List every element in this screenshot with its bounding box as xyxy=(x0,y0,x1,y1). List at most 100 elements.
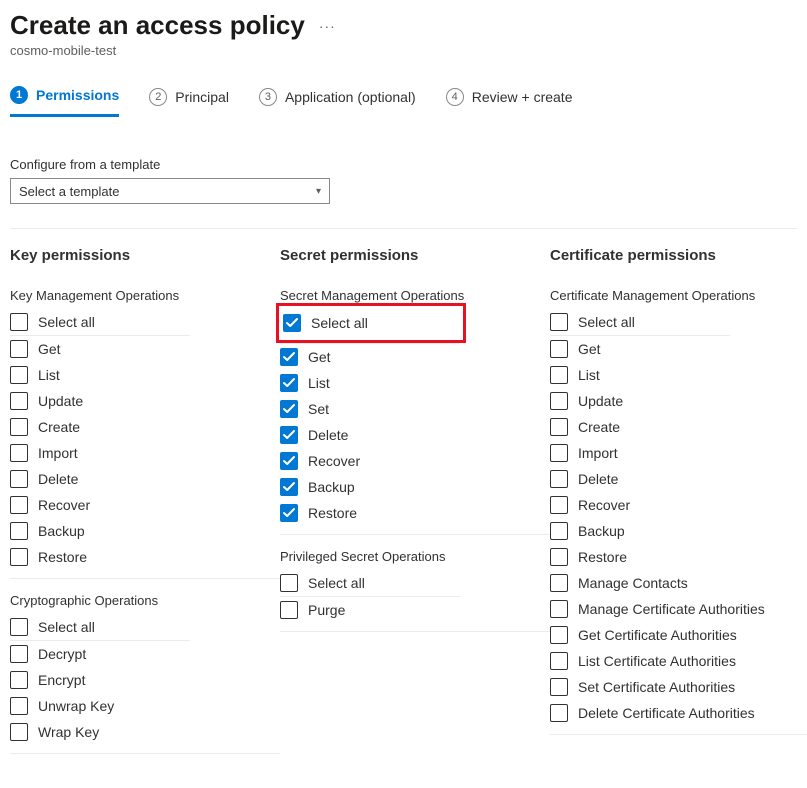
permission-checkbox-row[interactable]: Select all xyxy=(550,309,807,335)
checkbox[interactable] xyxy=(10,671,28,689)
permission-checkbox-row[interactable]: Restore xyxy=(280,500,550,526)
checkbox[interactable] xyxy=(10,418,28,436)
checkbox[interactable] xyxy=(550,652,568,670)
checkbox[interactable] xyxy=(10,392,28,410)
checkbox[interactable] xyxy=(280,452,298,470)
checkbox[interactable] xyxy=(550,366,568,384)
permission-checkbox-row[interactable]: Import xyxy=(10,440,280,466)
permission-checkbox-row[interactable]: Select all xyxy=(10,309,280,335)
checkbox[interactable] xyxy=(550,548,568,566)
permission-checkbox-row[interactable]: Set xyxy=(280,396,550,422)
checkbox-label: Delete xyxy=(308,427,348,443)
checkbox[interactable] xyxy=(10,548,28,566)
permission-checkbox-row[interactable]: Create xyxy=(550,414,807,440)
checkbox[interactable] xyxy=(283,314,301,332)
checkbox[interactable] xyxy=(10,522,28,540)
permission-checkbox-row[interactable]: Update xyxy=(10,388,280,414)
checkbox[interactable] xyxy=(550,600,568,618)
tab-label: Principal xyxy=(175,89,229,105)
checkbox[interactable] xyxy=(280,574,298,592)
permission-checkbox-row[interactable]: Decrypt xyxy=(10,641,280,667)
checkbox[interactable] xyxy=(550,418,568,436)
permission-checkbox-row[interactable]: Wrap Key xyxy=(10,719,280,745)
checkbox[interactable] xyxy=(10,618,28,636)
template-select[interactable]: Select a template ▾ xyxy=(10,178,330,204)
permission-checkbox-row[interactable]: Delete xyxy=(10,466,280,492)
checkbox[interactable] xyxy=(280,374,298,392)
checkbox[interactable] xyxy=(550,470,568,488)
checkbox[interactable] xyxy=(10,723,28,741)
wizard-tabs: 1Permissions 2Principal 3Application (opti… xyxy=(10,86,797,117)
checkbox-label: Update xyxy=(38,393,83,409)
checkbox-label: Backup xyxy=(578,523,625,539)
permission-checkbox-row[interactable]: Backup xyxy=(280,474,550,500)
permission-checkbox-row[interactable]: Manage Certificate Authorities xyxy=(550,596,807,622)
tab-step-2[interactable]: 2Principal xyxy=(149,86,229,117)
checkbox[interactable] xyxy=(550,678,568,696)
permission-checkbox-row[interactable]: Manage Contacts xyxy=(550,570,807,596)
checkbox[interactable] xyxy=(10,366,28,384)
permission-checkbox-row[interactable]: Delete Certificate Authorities xyxy=(550,700,807,726)
tab-step-3[interactable]: 3Application (optional) xyxy=(259,86,416,117)
permission-checkbox-row[interactable]: Create xyxy=(10,414,280,440)
checkbox[interactable] xyxy=(280,400,298,418)
permission-checkbox-row[interactable]: List xyxy=(550,362,807,388)
tab-step-4[interactable]: 4Review + create xyxy=(446,86,573,117)
permission-checkbox-row[interactable]: Get xyxy=(550,336,807,362)
permission-checkbox-row[interactable]: Get xyxy=(280,344,550,370)
checkbox[interactable] xyxy=(10,496,28,514)
permission-checkbox-row[interactable]: Purge xyxy=(280,597,550,623)
checkbox[interactable] xyxy=(550,522,568,540)
checkbox[interactable] xyxy=(10,645,28,663)
tab-label: Review + create xyxy=(472,89,573,105)
checkbox[interactable] xyxy=(280,478,298,496)
checkbox[interactable] xyxy=(280,348,298,366)
checkbox[interactable] xyxy=(550,340,568,358)
checkbox[interactable] xyxy=(550,496,568,514)
key-permissions-column: Key permissionsKey Management Operations… xyxy=(10,247,280,768)
permission-checkbox-row[interactable]: Recover xyxy=(550,492,807,518)
checkbox-label: Delete xyxy=(38,471,78,487)
permission-checkbox-row[interactable]: Encrypt xyxy=(10,667,280,693)
tab-step-1[interactable]: 1Permissions xyxy=(10,86,119,117)
checkbox[interactable] xyxy=(550,444,568,462)
permission-checkbox-row[interactable]: Import xyxy=(550,440,807,466)
checkbox[interactable] xyxy=(10,340,28,358)
permission-checkbox-row[interactable]: List Certificate Authorities xyxy=(550,648,807,674)
checkbox[interactable] xyxy=(280,601,298,619)
permission-checkbox-row[interactable]: Select all xyxy=(10,614,280,640)
permission-checkbox-row[interactable]: Delete xyxy=(280,422,550,448)
permission-checkbox-row[interactable]: List xyxy=(10,362,280,388)
permission-checkbox-row[interactable]: Set Certificate Authorities xyxy=(550,674,807,700)
page-title: Create an access policy xyxy=(10,10,305,41)
permission-checkbox-row[interactable]: Recover xyxy=(10,492,280,518)
checkbox[interactable] xyxy=(550,392,568,410)
checkbox[interactable] xyxy=(10,313,28,331)
permission-checkbox-row[interactable]: Get Certificate Authorities xyxy=(550,622,807,648)
group-separator xyxy=(10,753,280,754)
permission-checkbox-row[interactable]: Backup xyxy=(550,518,807,544)
checkbox[interactable] xyxy=(550,626,568,644)
checkbox[interactable] xyxy=(10,470,28,488)
checkbox[interactable] xyxy=(550,574,568,592)
permission-checkbox-row[interactable]: List xyxy=(280,370,550,396)
permission-checkbox-row[interactable]: Unwrap Key xyxy=(10,693,280,719)
key-permissions-title: Key permissions xyxy=(10,247,280,264)
permission-checkbox-row[interactable]: Get xyxy=(10,336,280,362)
permission-checkbox-row[interactable]: Select all xyxy=(283,312,453,334)
more-actions-button[interactable]: ··· xyxy=(319,18,336,34)
permission-checkbox-row[interactable]: Restore xyxy=(550,544,807,570)
permission-checkbox-row[interactable]: Select all xyxy=(280,570,550,596)
permission-checkbox-row[interactable]: Restore xyxy=(10,544,280,570)
highlighted-select-all: Select all xyxy=(276,303,466,343)
checkbox[interactable] xyxy=(10,697,28,715)
checkbox[interactable] xyxy=(10,444,28,462)
checkbox[interactable] xyxy=(550,704,568,722)
permission-checkbox-row[interactable]: Backup xyxy=(10,518,280,544)
permission-checkbox-row[interactable]: Update xyxy=(550,388,807,414)
permission-checkbox-row[interactable]: Recover xyxy=(280,448,550,474)
checkbox[interactable] xyxy=(550,313,568,331)
checkbox[interactable] xyxy=(280,426,298,444)
checkbox[interactable] xyxy=(280,504,298,522)
permission-checkbox-row[interactable]: Delete xyxy=(550,466,807,492)
